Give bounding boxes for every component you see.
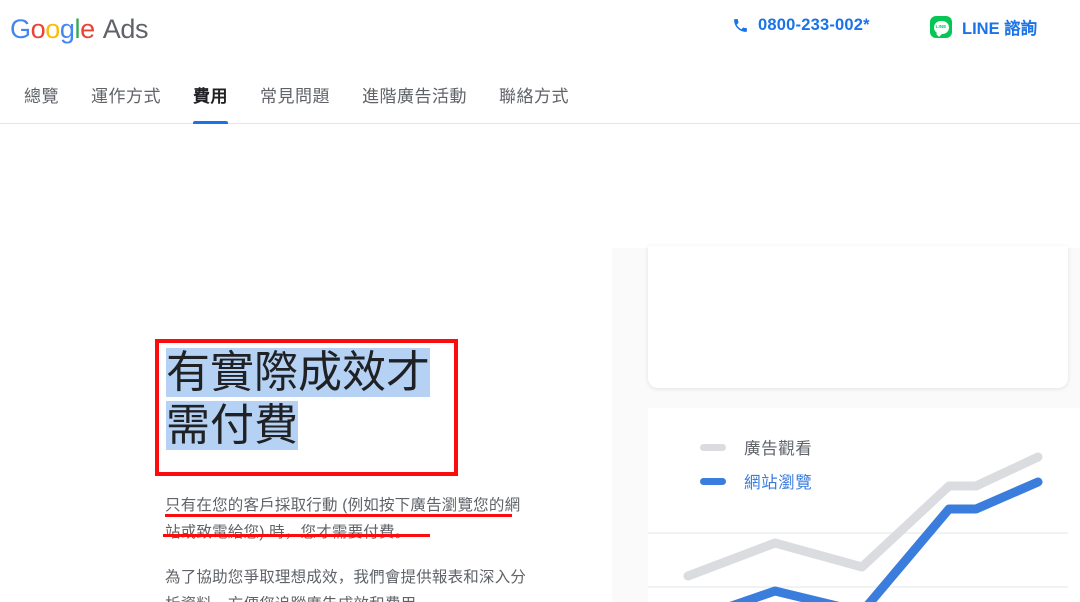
nav-item-how-it-works[interactable]: 運作方式 [75,62,177,124]
page-root: Google Ads 0800-233-002* LINE LINE 諮詢 總覽 … [0,0,1080,602]
phone-link[interactable]: 0800-233-002* [732,16,870,35]
main-content: 廣告觀看 網站瀏覽 有實際成效才 需付費 只有在您的客戶採取行動 (例如按下廣告… [0,124,1080,602]
line-badge-text: LINE [935,23,947,29]
page-title-line-1: 有實際成效才 [166,348,430,397]
google-wordmark: Google [10,14,95,44]
primary-nav: 總覽 運作方式 費用 常見問題 進階廣告活動 聯絡方式 [0,62,1080,124]
nav-item-advanced-campaigns[interactable]: 進階廣告活動 [346,62,483,124]
nav-item-faq[interactable]: 常見問題 [244,62,346,124]
page-title-line-2: 需付費 [166,401,298,450]
phone-icon [734,19,747,32]
nav-item-contact[interactable]: 聯絡方式 [483,62,585,124]
line-chart-plot [648,452,1068,602]
nav-item-overview[interactable]: 總覽 [8,62,75,124]
illustration-panel: 廣告觀看 網站瀏覽 [612,246,1080,602]
blank-card [648,246,1068,388]
annotation-underline-1 [165,514,512,517]
paragraph-pay-for-results: 只有在您的客戶採取行動 (例如按下廣告瀏覽您的網站或致電給您) 時，您才需要付費… [165,497,521,541]
line-link-label: LINE 諮詢 [962,20,1038,38]
nav-items: 總覽 運作方式 費用 常見問題 進階廣告活動 聯絡方式 [8,62,585,124]
page-title: 有實際成效才 需付費 [166,346,456,452]
paragraph-reports-insights: 為了協助您爭取理想成效，我們會提供報表和深入分析資料，方便您追蹤廣告成效和費用。 [165,569,527,602]
google-ads-logo[interactable]: Google Ads [10,13,148,45]
line-consult-link[interactable]: LINE LINE 諮詢 [930,15,1037,39]
site-header: Google Ads 0800-233-002* LINE LINE 諮詢 [0,0,1080,62]
phone-number: 0800-233-002* [758,16,870,34]
line-icon: LINE [930,16,952,38]
annotation-underline-2 [163,534,430,537]
ads-wordmark: Ads [102,14,149,44]
nav-item-cost[interactable]: 費用 [177,62,244,124]
performance-chart-card: 廣告觀看 網站瀏覽 [648,408,1080,602]
series-line-ad-views [683,452,1043,581]
series-line-site-visits [729,477,1043,602]
